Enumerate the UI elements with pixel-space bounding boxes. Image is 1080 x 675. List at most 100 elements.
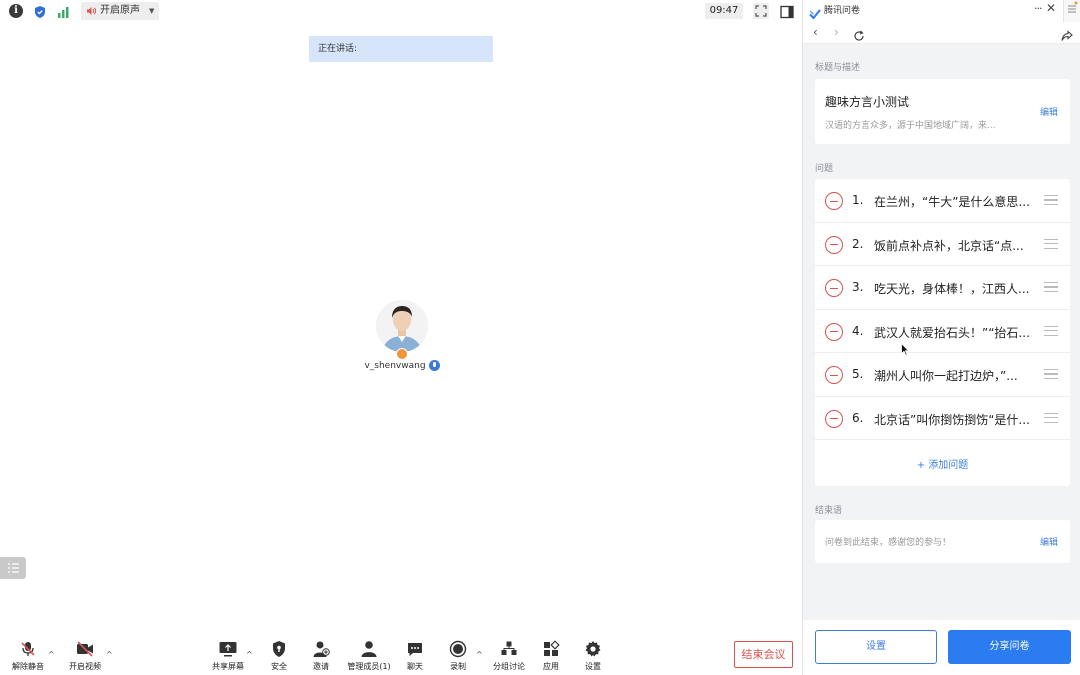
question-text: 饭前点补点补，北京话“点... [874, 238, 1024, 253]
avatar [376, 300, 428, 352]
security-label: 安全 [271, 662, 287, 671]
more-icon[interactable]: ··· [1034, 2, 1042, 15]
layout-icon[interactable] [780, 4, 794, 19]
audio-options-chevron-icon[interactable]: ^ [48, 650, 55, 659]
apps-label: 应用 [543, 662, 559, 671]
meeting-topbar: i 开启原声 ▼ 09:47 [0, 0, 802, 22]
question-text: 吃天光，身体棒！，江西人... [874, 282, 1030, 296]
original-sound-label: 开启原声 [100, 5, 140, 16]
add-user-icon [313, 641, 330, 657]
closing-card[interactable]: 问卷到此结束，感谢您的参与！ 编辑 [815, 520, 1070, 563]
edit-closing-link[interactable]: 编辑 [1040, 535, 1058, 548]
unmute-button[interactable]: 解除静音 [3, 640, 53, 672]
question-number: 4. [852, 323, 864, 338]
speaking-indicator: 正在讲话: [309, 36, 493, 62]
record-icon [449, 640, 467, 658]
question-text: 潮州人叫你一起打边炉，”... [874, 369, 1018, 383]
sound-icon [87, 7, 97, 15]
info-icon[interactable]: i [9, 4, 23, 18]
original-sound-button[interactable]: 开启原声 ▼ [81, 2, 160, 20]
breakout-label: 分组讨论 [493, 662, 525, 671]
settings-label: 设置 [585, 662, 601, 671]
record-label: 录制 [450, 662, 466, 671]
panel-footer: 设置 分享问卷 [803, 620, 1080, 675]
question-number: 3. [852, 280, 864, 294]
record-options-chevron-icon[interactable]: ^ [476, 650, 483, 659]
chat-icon [408, 643, 422, 656]
signal-icon[interactable] [57, 4, 71, 18]
forward-icon[interactable]: › [834, 25, 839, 39]
remove-question-icon[interactable] [825, 192, 843, 210]
end-meeting-button[interactable]: 结束会议 [734, 641, 793, 668]
camera-off-icon [77, 641, 93, 657]
participant-tile[interactable]: v_shenvwang [360, 300, 444, 371]
list-toggle-button[interactable] [0, 557, 26, 579]
manage-members-label: 管理成员(1) [347, 662, 391, 671]
screen: i 开启原声 ▼ 09:47 正在讲话: v_shenvwang 解除静音 ^ … [0, 0, 1080, 675]
survey-settings-button[interactable]: 设置 [815, 630, 937, 664]
participant-name-row: v_shenvwang [360, 360, 444, 371]
chat-label: 聊天 [407, 662, 423, 671]
mic-status-icon [428, 360, 440, 371]
section-title-description: 标题与描述 [815, 63, 861, 73]
menu-icon [1068, 1, 1078, 13]
questions-card: 1. 在兰州，“牛大”是什么意思... 2. 饭前点补点补，北京话“点... 3… [815, 179, 1070, 486]
panel-header: 腾讯问卷 ··· ✕ ‹ › [803, 0, 1080, 44]
question-row[interactable]: 6. 北京话”叫你捯饬捯饬“是什... [815, 397, 1070, 440]
start-video-button[interactable]: 开启视频 [60, 640, 110, 672]
remove-question-icon[interactable] [825, 322, 843, 341]
remove-question-icon[interactable] [825, 235, 843, 254]
remove-question-icon[interactable] [825, 366, 843, 384]
question-number: 2. [852, 236, 864, 251]
refresh-icon[interactable] [853, 27, 865, 41]
question-row[interactable]: 1. 在兰州，“牛大”是什么意思... [815, 179, 1070, 223]
meeting-timer: 09:47 [705, 3, 743, 19]
shield-icon[interactable] [33, 4, 47, 18]
survey-title-card[interactable]: 趣味方言小测试 汉语的方言众多，源于中国地域广阔，来... 编辑 [815, 79, 1070, 144]
add-question-button[interactable]: + 添加问题 [815, 456, 1070, 471]
edit-title-link[interactable]: 编辑 [1040, 105, 1058, 118]
remove-question-icon[interactable] [825, 409, 843, 428]
drag-handle-icon[interactable] [1044, 369, 1058, 379]
tencent-survey-logo-icon [809, 5, 821, 20]
drag-handle-icon[interactable] [1044, 412, 1058, 423]
survey-panel: 腾讯问卷 ··· ✕ ‹ › 标题与描述 趣味方言小测试 汉语的方言众多，源于中… [802, 0, 1080, 675]
drag-handle-icon[interactable] [1044, 282, 1058, 292]
question-text: 武汉人就爱抬石头！”“抬石... [874, 325, 1030, 340]
question-row[interactable]: 4. 武汉人就爱抬石头！”“抬石... [815, 310, 1070, 353]
invite-label: 邀请 [313, 662, 329, 671]
breakout-icon [501, 641, 517, 655]
sidebar-toggle[interactable] [1063, 0, 1080, 22]
question-row[interactable]: 2. 饭前点补点补，北京话“点... [815, 223, 1070, 266]
question-text: 北京话”叫你捯饬捯饬“是什... [874, 412, 1030, 427]
gear-icon [585, 641, 601, 657]
question-number: 1. [852, 193, 864, 207]
panel-title: 腾讯问卷 [824, 6, 861, 16]
survey-description: 汉语的方言众多，源于中国地域广阔，来... [825, 121, 996, 131]
back-icon[interactable]: ‹ [813, 25, 818, 39]
drag-handle-icon[interactable] [1044, 195, 1058, 205]
fullscreen-icon[interactable] [753, 3, 769, 19]
members-icon [361, 641, 377, 657]
question-row[interactable]: 3. 吃天光，身体棒！，江西人... [815, 266, 1070, 310]
share-icon[interactable] [1061, 27, 1073, 41]
security-shield-icon [273, 641, 285, 657]
share-screen-label: 共享屏幕 [212, 662, 244, 671]
question-row[interactable]: 5. 潮州人叫你一起打边炉，”... [815, 353, 1070, 397]
participant-name: v_shenvwang [364, 360, 426, 371]
close-icon[interactable]: ✕ [1046, 1, 1056, 15]
settings-button[interactable]: 设置 [568, 640, 618, 672]
question-number: 5. [852, 367, 864, 381]
host-badge-icon [396, 348, 408, 360]
share-options-chevron-icon[interactable]: ^ [246, 650, 253, 659]
share-survey-button[interactable]: 分享问卷 [948, 630, 1071, 664]
section-questions: 问题 [815, 164, 834, 174]
drag-handle-icon[interactable] [1044, 325, 1058, 336]
video-options-chevron-icon[interactable]: ^ [106, 650, 113, 659]
remove-question-icon[interactable] [825, 279, 843, 297]
question-text: 在兰州，“牛大”是什么意思... [874, 195, 1030, 209]
drag-handle-icon[interactable] [1044, 238, 1058, 249]
question-number: 6. [852, 410, 864, 425]
meeting-toolbar: 解除静音 ^ 开启视频 ^ 共享屏幕 ^ 安全 邀请 管理成员(1) 聊天 录制… [0, 630, 802, 675]
mic-off-icon [21, 642, 35, 656]
